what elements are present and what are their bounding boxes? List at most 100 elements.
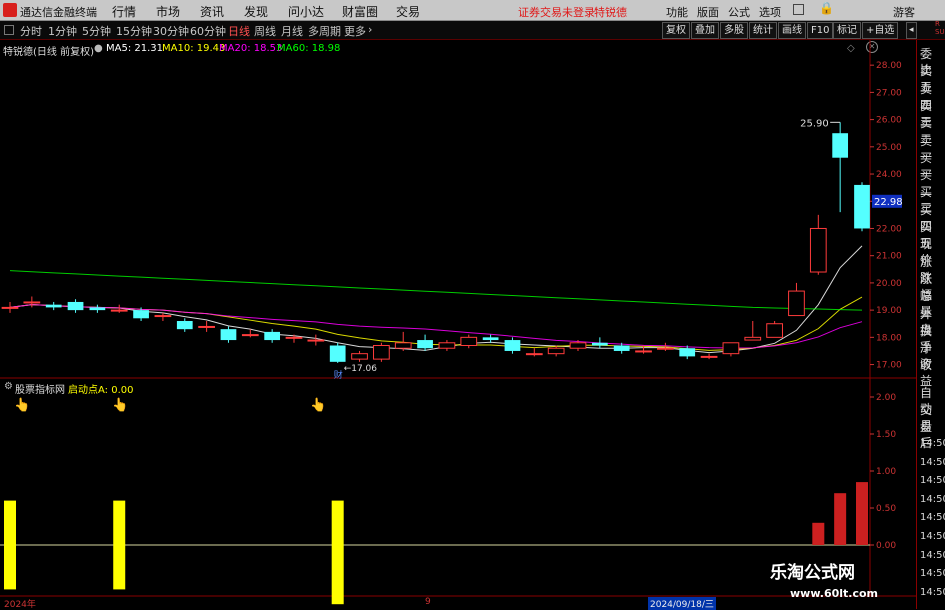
tab-fenshi[interactable]: 分时 <box>20 23 42 39</box>
f10-button[interactable]: F10 <box>807 22 834 39</box>
indicator-tick-label: 2.00 <box>876 393 896 403</box>
candle-body <box>329 345 346 362</box>
expand-icon[interactable] <box>4 25 14 35</box>
guest-label[interactable]: 游客 <box>893 4 915 20</box>
price-tick-label: 20.00 <box>876 279 902 289</box>
event-marker-label: 财 <box>334 369 343 381</box>
indicator-gear-icon[interactable]: ⚙ <box>4 381 13 392</box>
candle-body <box>613 345 630 351</box>
current-price-label: 22.98 <box>874 197 903 208</box>
candle-body <box>45 304 62 308</box>
tab-60min[interactable]: 60分钟 <box>190 23 226 39</box>
time-label: 14:50 <box>920 586 945 598</box>
collapse-icon[interactable]: ◂ <box>906 22 917 39</box>
candle-body <box>460 336 478 347</box>
stats-button[interactable]: 统计 <box>749 22 777 39</box>
candle-body <box>176 321 193 330</box>
overlay-button[interactable]: 叠加 <box>691 22 719 39</box>
add-watchlist-button[interactable]: +自选 <box>862 22 899 39</box>
candle-body <box>417 340 433 349</box>
login-warning[interactable]: 证券交易未登录 <box>518 4 595 20</box>
candle-body <box>766 323 783 338</box>
menu-shichang[interactable]: 市场 <box>156 3 180 20</box>
indicator-bar <box>331 500 344 605</box>
tab-weekly[interactable]: 周线 <box>254 23 276 39</box>
indicator-tick-label: 1.50 <box>876 430 896 440</box>
tab-30min[interactable]: 30分钟 <box>153 23 189 39</box>
price-tick-label: 18.00 <box>876 333 902 343</box>
menu-gongshi[interactable]: 公式 <box>728 4 750 20</box>
menu-caifuquan[interactable]: 财富圈 <box>342 3 378 20</box>
draw-button[interactable]: 画线 <box>778 22 806 39</box>
menu-faxian[interactable]: 发现 <box>244 3 268 20</box>
price-tick-label: 21.00 <box>876 252 902 262</box>
candle-body <box>809 227 827 273</box>
more-chevron-icon[interactable]: › <box>368 23 372 36</box>
price-tick-label: 17.00 <box>876 361 902 371</box>
candle-body <box>569 342 587 349</box>
time-label: 14:50 <box>920 438 945 449</box>
multi-stock-button[interactable]: 多股 <box>720 22 748 39</box>
indicator-name: 股票指标网 <box>15 385 65 396</box>
candle-body <box>788 290 805 317</box>
tab-15min[interactable]: 15分钟 <box>116 23 152 39</box>
app-logo-icon <box>3 3 17 17</box>
menu-xuanxiang[interactable]: 选项 <box>759 4 781 20</box>
candle-body <box>351 353 368 360</box>
price-tick-label: 22.00 <box>876 224 902 234</box>
ma5-line <box>9 245 863 354</box>
menu-jiaoyi[interactable]: 交易 <box>396 3 420 20</box>
candle-body <box>67 301 84 311</box>
menu-wenxiaoda[interactable]: 问小达 <box>288 3 324 20</box>
indicator-bar <box>856 482 868 545</box>
candle-body <box>285 336 303 339</box>
kline-chart[interactable]: 28.0027.0026.0025.0024.0023.0022.0021.00… <box>0 40 916 609</box>
app-title: 通达信金融终端 <box>20 6 97 19</box>
period-bar: 分时 1分钟 5分钟 15分钟 30分钟 60分钟 日线 周线 月线 多周期 更… <box>0 21 945 40</box>
candle-body <box>525 353 543 356</box>
price-tick-label: 26.00 <box>876 116 902 126</box>
price-tick-label: 24.00 <box>876 170 902 180</box>
tab-1min[interactable]: 1分钟 <box>48 23 77 39</box>
menu-hangqing[interactable]: 行情 <box>112 3 136 20</box>
indicator-tick-label: 0.00 <box>876 541 896 551</box>
candle-body <box>482 337 499 341</box>
tab-monthly[interactable]: 月线 <box>281 23 303 39</box>
x-label-month: 9 <box>425 597 431 607</box>
time-label: 14:50 <box>920 568 945 580</box>
indicator-tick-label: 0.50 <box>876 504 896 514</box>
tab-multi-period[interactable]: 多周期 <box>308 23 341 39</box>
candle-body <box>722 342 740 355</box>
watermark-title: 乐淘公式网 <box>770 563 855 583</box>
candle-body <box>198 325 215 328</box>
candle-body <box>89 307 106 311</box>
mark-button[interactable]: 标记 <box>833 22 861 39</box>
watermark-url: www.60lt.com <box>790 587 879 600</box>
time-label: 14:50 <box>920 531 945 542</box>
x-label-year: 2024年 <box>4 600 36 610</box>
hand-pointer-icon: 👆 <box>112 398 129 413</box>
candle-body <box>23 301 41 304</box>
tab-more[interactable]: 更多 <box>344 23 366 39</box>
candle-body <box>264 331 281 341</box>
grid-icon[interactable] <box>793 4 804 15</box>
quote-side-panel: R SU 委比 卖五 卖四 卖三 卖二 卖一 买一 买二 买三 买四 买五 现价 涨跌 涨幅 总量 外盘 换手 净资… <box>916 20 945 609</box>
price-tick-label: 27.00 <box>876 88 902 98</box>
candle-body <box>854 184 870 229</box>
candle-body <box>307 339 325 342</box>
menu-zixun[interactable]: 资讯 <box>200 3 224 20</box>
candle-body <box>679 348 696 357</box>
indicator-bar <box>834 493 847 545</box>
menu-banmian[interactable]: 版面 <box>697 4 719 20</box>
tab-5min[interactable]: 5分钟 <box>82 23 111 39</box>
price-tick-label: 28.00 <box>876 61 902 71</box>
stock-name-title: 特锐德 <box>594 6 627 19</box>
time-label: 14:50 <box>920 549 945 561</box>
fuquan-button[interactable]: 复权 <box>662 22 690 39</box>
candle-body <box>504 340 521 351</box>
tab-daily[interactable]: 日线 <box>228 23 250 39</box>
lock-icon[interactable]: 🔒 <box>819 1 834 15</box>
candle-body <box>110 309 128 312</box>
time-label: 14:50 <box>920 512 945 524</box>
menu-gongneng[interactable]: 功能 <box>666 4 688 20</box>
